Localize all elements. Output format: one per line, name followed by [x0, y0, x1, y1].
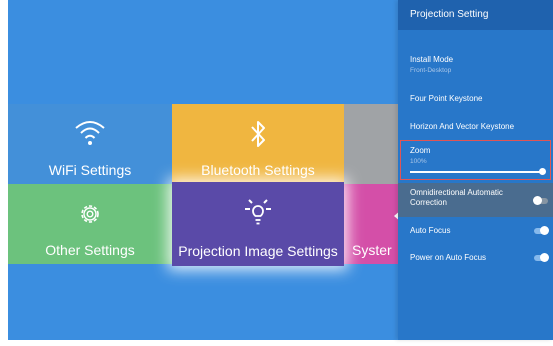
omnidirectional-correction-label: Omnidirectional Automatic Correction: [410, 188, 503, 207]
install-mode-label: Install Mode: [410, 55, 454, 64]
power-on-auto-focus-label: Power on Auto Focus: [410, 253, 487, 262]
gear-icon: [8, 201, 172, 232]
horizon-vector-keystone-item[interactable]: Horizon And Vector Keystone: [410, 122, 545, 131]
auto-focus-toggle[interactable]: [534, 226, 549, 235]
zoom-label: Zoom: [410, 146, 431, 155]
bulb-icon: [172, 197, 344, 234]
install-mode-value: Front-Desktop: [410, 67, 452, 74]
wifi-settings-label: WiFi Settings: [48, 162, 132, 178]
projection-setting-panel: Projection Setting Install Mode Front-De…: [398, 0, 553, 340]
wifi-settings-tile[interactable]: WiFi Settings: [8, 104, 172, 184]
omnidirectional-correction-toggle[interactable]: [533, 196, 548, 205]
auto-focus-label: Auto Focus: [410, 226, 451, 235]
projection-image-settings-tile[interactable]: Projection Image Settings: [172, 182, 344, 266]
four-point-keystone-item[interactable]: Four Point Keystone: [410, 94, 545, 103]
panel-title: Projection Setting: [398, 0, 553, 30]
bluetooth-settings-label: Bluetooth Settings: [201, 162, 315, 178]
other-settings-label: Other Settings: [45, 242, 135, 258]
bluetooth-settings-tile[interactable]: Bluetooth Settings: [172, 104, 344, 184]
install-mode-item[interactable]: Install Mode Front-Desktop: [410, 55, 545, 74]
other-settings-tile[interactable]: Other Settings: [8, 184, 172, 264]
zoom-item[interactable]: Zoom 100%: [410, 146, 545, 165]
wifi-icon: [8, 118, 172, 151]
zoom-slider-knob[interactable]: [539, 168, 546, 175]
power-on-auto-focus-toggle[interactable]: [534, 253, 549, 262]
projection-image-settings-label: Projection Image Settings: [178, 243, 338, 259]
zoom-value: 100%: [410, 158, 427, 165]
bluetooth-icon: [172, 118, 344, 155]
zoom-slider-track[interactable]: [410, 171, 542, 173]
